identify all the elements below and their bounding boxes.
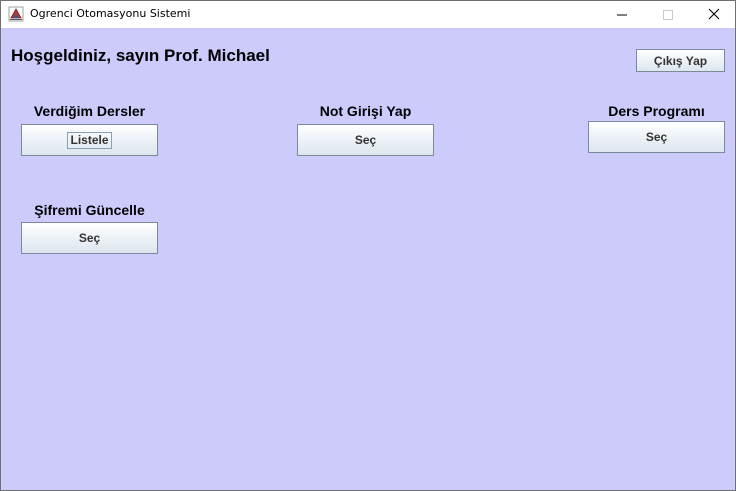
close-icon [708, 5, 720, 24]
courses-section-title: Verdiğim Dersler [33, 103, 146, 119]
close-button[interactable] [691, 1, 736, 27]
maximize-button[interactable] [645, 1, 691, 27]
grade-entry-select-button[interactable]: Seç [297, 124, 434, 156]
window-title: Ogrenci Otomasyonu Sistemi [30, 7, 191, 20]
schedule-section-title: Ders Programı [608, 103, 705, 119]
grade-entry-section-title: Not Girişi Yap [319, 103, 412, 119]
minimize-icon [617, 5, 627, 24]
minimize-button[interactable] [599, 1, 645, 27]
schedule-select-button[interactable]: Seç [588, 121, 725, 153]
java-app-icon [8, 6, 24, 22]
password-update-select-button[interactable]: Seç [21, 222, 158, 254]
password-section-title: Şifremi Güncelle [34, 202, 145, 218]
maximize-icon [663, 5, 673, 24]
title-bar[interactable]: Ogrenci Otomasyonu Sistemi [1, 1, 735, 27]
list-courses-button[interactable]: Listele [21, 124, 158, 156]
welcome-message: Hoşgeldiniz, sayın Prof. Michael [11, 46, 270, 65]
logout-button[interactable]: Çıkış Yap [636, 49, 725, 72]
app-window: Ogrenci Otomasyonu Sistemi Hoşgeldiniz, … [0, 0, 736, 491]
main-panel: Hoşgeldiniz, sayın Prof. Michael Çıkış Y… [1, 28, 735, 490]
list-courses-button-label: Listele [67, 131, 112, 149]
